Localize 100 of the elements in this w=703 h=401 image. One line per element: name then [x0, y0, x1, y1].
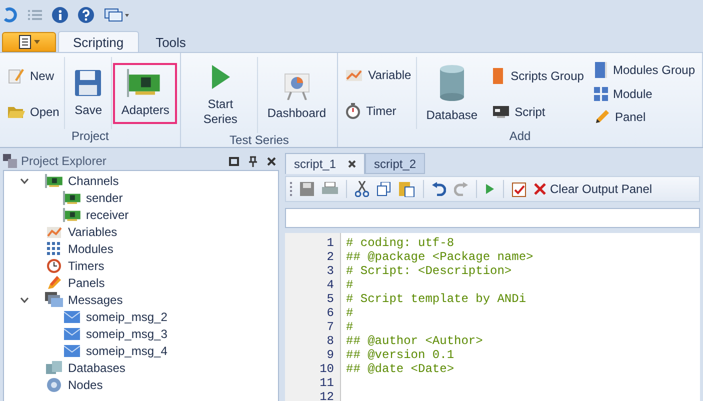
clear-output-button[interactable]: Clear Output Panel [534, 182, 652, 196]
tree-item[interactable]: sender [86, 190, 123, 204]
group-label: Test Series [230, 133, 289, 147]
explorer-icon [3, 154, 17, 168]
ribbon-button[interactable]: Adapters [113, 62, 178, 124]
ribbon-button[interactable]: Dashboard [259, 64, 334, 126]
ribbon-button[interactable]: Database [418, 58, 486, 128]
group-label: Add [509, 129, 531, 143]
input-field[interactable] [285, 208, 700, 228]
maximize-icon [229, 156, 239, 166]
editor-tab[interactable]: script_1 [285, 153, 366, 174]
info-icon [52, 7, 68, 23]
network-card-icon [62, 190, 82, 204]
ribbon-button[interactable]: Panel [590, 106, 699, 128]
network-card-icon [44, 174, 64, 188]
tree-item[interactable]: Timers [68, 258, 104, 272]
line-number: 1 [326, 236, 334, 250]
code-line: # Script: <Description> [346, 264, 513, 278]
line-chart-icon [345, 68, 364, 82]
line-number: 7 [326, 320, 334, 334]
copy-icon [377, 182, 391, 196]
x-icon [534, 183, 546, 195]
code-line: # Script template by ANDi [346, 292, 528, 306]
line-number: 6 [326, 306, 334, 320]
code-line: # [346, 320, 354, 334]
line-number: 8 [326, 334, 334, 348]
pin-icon [249, 156, 257, 166]
pencil-icon [594, 109, 610, 125]
network-card-icon [62, 208, 82, 222]
tree-item[interactable]: someip_msg_4 [86, 344, 168, 358]
paste-icon [399, 181, 415, 197]
ribbon-button[interactable]: New [3, 64, 64, 88]
tree-item[interactable]: Modules [68, 242, 114, 256]
code-line: # [346, 306, 354, 320]
pin-button[interactable] [246, 156, 260, 166]
monitor-icon [492, 105, 510, 119]
ribbon-button[interactable]: Open [3, 100, 64, 122]
stopwatch-icon [345, 102, 362, 118]
ribbon-button[interactable]: Modules Group [590, 58, 699, 82]
code-line: ## @version 0.1 [346, 348, 456, 362]
line-chart-icon [46, 224, 62, 238]
tree-item[interactable]: someip_msg_3 [86, 326, 168, 340]
tree-item[interactable]: Databases [68, 360, 126, 374]
editor-tab[interactable]: script_2 [365, 153, 426, 174]
book-icon [594, 61, 608, 79]
code-line: # coding: utf-8 [346, 236, 456, 250]
ribbon-button[interactable]: Timer [341, 100, 416, 122]
group-label: Project [72, 129, 109, 143]
grid-icon [594, 87, 608, 101]
windows-dropdown-icon [104, 8, 130, 22]
tree-item[interactable]: receiver [86, 208, 129, 222]
pencils-icon [46, 274, 62, 290]
panel-title: Project Explorer [21, 154, 108, 168]
application-menu-button[interactable] [2, 32, 56, 52]
code-line: ## @package <Package name> [346, 250, 534, 264]
refresh-icon [2, 7, 18, 23]
ribbon-button[interactable]: Script [488, 102, 588, 122]
line-number: 11 [318, 376, 334, 390]
ribbon-button[interactable]: Module [590, 84, 699, 104]
envelope-icon [64, 310, 80, 322]
help-icon [78, 7, 94, 23]
caret-icon [34, 40, 40, 44]
note-pencil-icon [7, 66, 25, 84]
dot-grid-icon [47, 242, 61, 256]
ribbon-button[interactable]: Save [66, 62, 110, 124]
ribbon-button[interactable]: Variable [341, 64, 416, 84]
ribbon-button[interactable]: Scripts Group [488, 64, 588, 88]
scissors-icon [355, 181, 369, 197]
ribbon-tab[interactable]: Tools [140, 31, 201, 52]
tree-item[interactable]: Nodes [68, 378, 103, 392]
tree-item[interactable]: Variables [68, 224, 118, 238]
undo-icon [432, 182, 446, 196]
line-number: 12 [318, 390, 334, 401]
tree-item[interactable]: Panels [68, 276, 105, 290]
ribbon-button[interactable]: Start Series [184, 57, 256, 133]
line-number: 9 [326, 348, 334, 362]
tree-item[interactable]: someip_msg_2 [86, 310, 168, 324]
code-line: ## @date <Date> [346, 362, 456, 376]
line-number: 10 [318, 362, 334, 376]
clock-icon [47, 258, 61, 272]
code-line: ## @author <Author> [346, 334, 484, 348]
close-icon [348, 160, 356, 168]
code-line: # [346, 278, 354, 292]
stacked-envelopes-icon [45, 292, 63, 308]
book-icon [492, 67, 506, 85]
run-icon [485, 183, 495, 195]
ribbon-tab[interactable]: Scripting [58, 31, 139, 52]
document-icon [18, 35, 30, 49]
tree-item[interactable]: Channels [68, 174, 119, 188]
tree-item[interactable]: Messages [68, 292, 123, 306]
line-number: 5 [326, 292, 334, 306]
printer-icon [322, 182, 338, 196]
close-icon [267, 156, 276, 166]
redo-icon [454, 182, 468, 196]
envelope-icon [64, 344, 80, 356]
envelope-icon [64, 328, 80, 340]
line-number: 4 [326, 278, 334, 292]
maximize-button[interactable] [226, 156, 242, 166]
line-number: 3 [326, 264, 334, 278]
line-number: 2 [326, 250, 334, 264]
